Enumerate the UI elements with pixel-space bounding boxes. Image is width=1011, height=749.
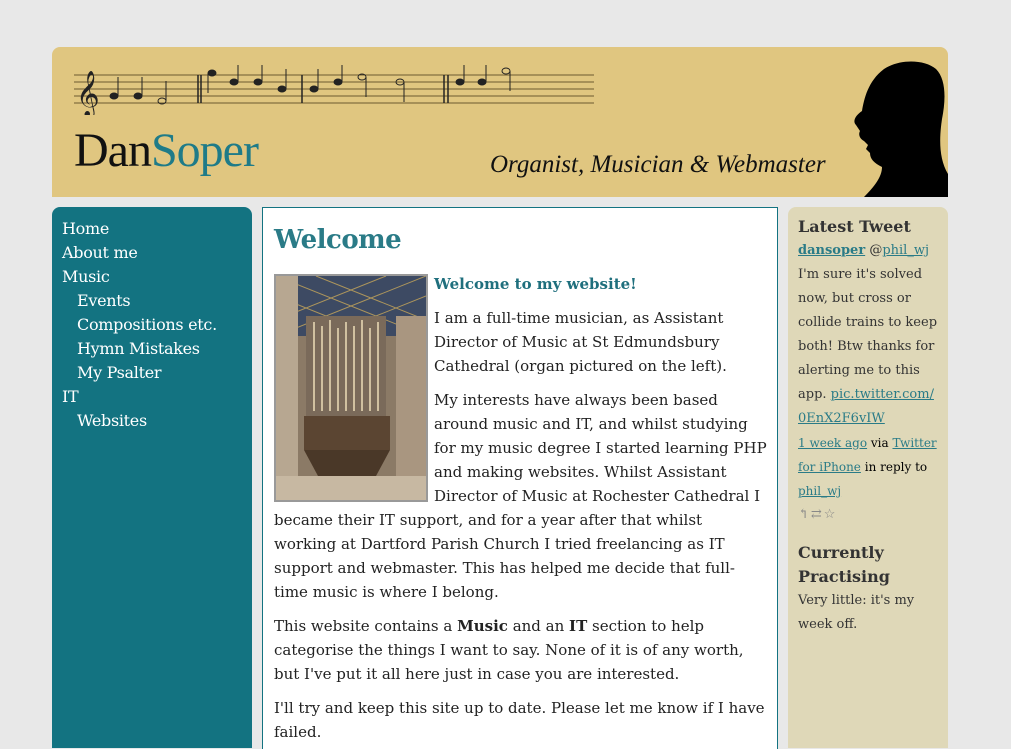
nav-item-it[interactable]: IT [62, 385, 252, 409]
nav-item-my-psalter[interactable]: My Psalter [62, 361, 252, 385]
tweet: dansoper @phil_wj I'm sure it's solved n… [798, 239, 942, 431]
nav-item-home[interactable]: Home [62, 217, 252, 241]
tweet-meta: 1 week ago via Twitter for iPhone in rep… [798, 431, 942, 503]
currently-practising-heading: Currently Practising [798, 543, 890, 586]
nav-item-events[interactable]: Events [62, 289, 252, 313]
nav-item-websites[interactable]: Websites [62, 409, 252, 433]
tweet-at-sign: @ [869, 243, 883, 258]
tweet-text: I'm sure it's solved now, but cross or c… [798, 267, 938, 402]
header-banner: 𝄞 DanSoper Organist, Musician & Webmaste… [52, 47, 948, 197]
site-logo[interactable]: DanSoper [74, 124, 259, 177]
music-section-mention: Music [457, 617, 508, 635]
sections-paragraph: This website contains a Music and an IT … [274, 614, 768, 686]
sections-text-a: This website contains a [274, 617, 458, 635]
logo-second-word: Soper [150, 124, 259, 177]
practising-text: Very little: it's my week off. [798, 593, 915, 632]
music-staff-graphic: 𝄞 [74, 65, 594, 115]
svg-text:𝄞: 𝄞 [76, 71, 100, 115]
tweet-author-link[interactable]: dansoper [798, 243, 865, 258]
nav-item-music[interactable]: Music [62, 265, 252, 289]
tweet-action-icons[interactable]: ↰⇄☆ [798, 503, 942, 527]
page-title: Welcome [274, 225, 402, 255]
nav-item-hymn-mistakes[interactable]: Hymn Mistakes [62, 337, 252, 361]
tweet-reply-text: in reply to [860, 460, 928, 474]
nav-item-about-me[interactable]: About me [62, 241, 252, 265]
organ-photo [274, 274, 428, 502]
right-sidebar: Latest Tweet dansoper @phil_wj I'm sure … [788, 207, 948, 748]
it-section-mention: IT [569, 617, 588, 635]
content-body: Welcome to my website! I am a full-time … [274, 272, 768, 749]
update-paragraph: I'll try and keep this site up to date. … [274, 699, 765, 741]
tweet-time-link[interactable]: 1 week ago [798, 436, 867, 450]
nav-item-compositions[interactable]: Compositions etc. [62, 313, 252, 337]
sidebar-nav: Home About me Music Events Compositions … [52, 207, 252, 748]
main-content: Welcome Welcome to my website! I am a fu… [262, 207, 778, 749]
site-tagline: Organist, Musician & Webmaster [490, 151, 826, 178]
tweet-mention-link[interactable]: phil_wj [882, 243, 929, 258]
tweet-via-text: via [867, 436, 893, 450]
logo-first-word: Dan [74, 124, 152, 177]
portrait-silhouette-icon [854, 61, 948, 197]
latest-tweet-heading: Latest Tweet [798, 217, 911, 236]
tweet-reply-user-link[interactable]: phil_wj [798, 484, 841, 498]
sections-text-b: and an [507, 617, 570, 635]
